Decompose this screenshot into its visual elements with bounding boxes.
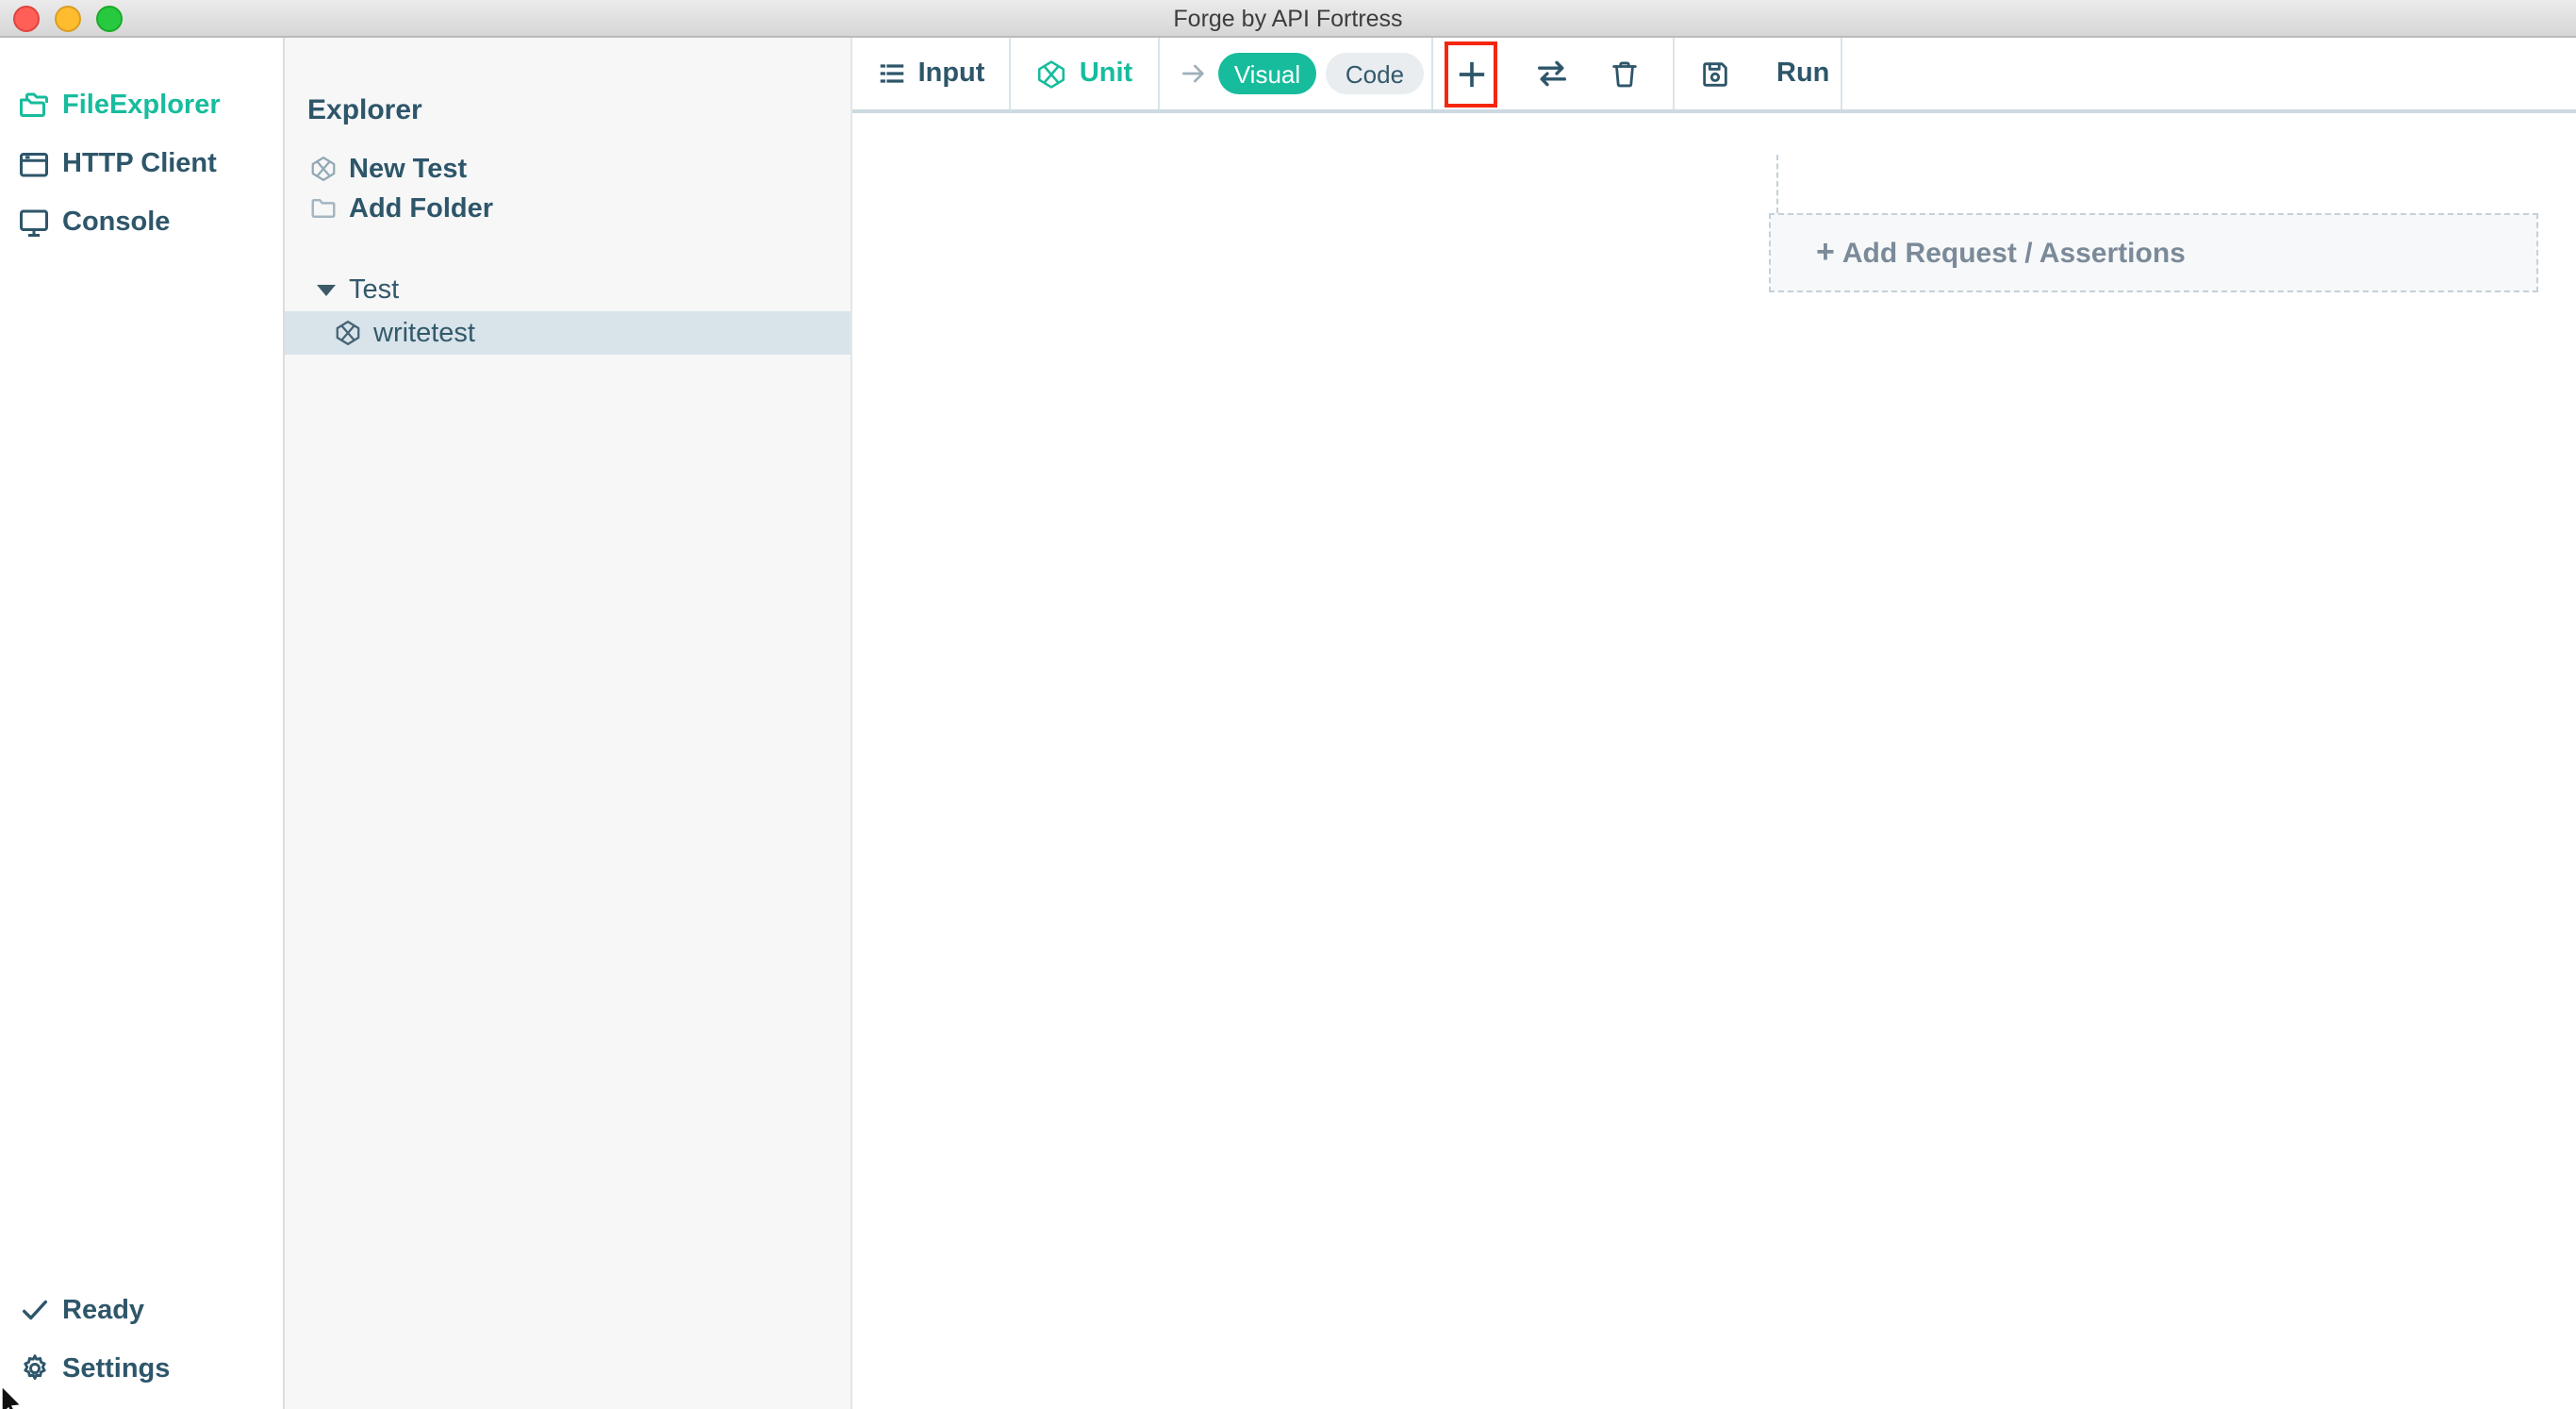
reorder-icon[interactable] bbox=[1533, 55, 1571, 92]
monitor-icon bbox=[15, 203, 53, 240]
trash-icon[interactable] bbox=[1609, 58, 1641, 90]
title-bar: Forge by API Fortress bbox=[0, 0, 2576, 38]
tree-folder-test[interactable]: Test bbox=[285, 270, 850, 311]
tree-item-label: writetest bbox=[373, 318, 475, 348]
highlight-rectangle bbox=[1445, 41, 1497, 107]
sidebar-item-http-client[interactable]: HTTP Client bbox=[0, 134, 283, 192]
browser-window-icon bbox=[15, 144, 53, 182]
save-icon[interactable] bbox=[1699, 58, 1731, 90]
window-title: Forge by API Fortress bbox=[1173, 5, 1403, 31]
sidebar-item-console[interactable]: Console bbox=[0, 192, 283, 251]
input-button[interactable]: Input bbox=[852, 38, 1011, 109]
run-section: Run bbox=[1675, 38, 1842, 109]
sidebar-item-label: Console bbox=[62, 207, 171, 237]
unit-label: Unit bbox=[1079, 58, 1133, 89]
input-label: Input bbox=[917, 58, 985, 89]
content-area: Input Unit Visual Code Run + Add Request… bbox=[852, 38, 2576, 1409]
drop-connector-line bbox=[1776, 155, 1778, 213]
settings-label: Settings bbox=[62, 1353, 171, 1384]
test-canvas: + Add Request / Assertions bbox=[852, 113, 2576, 1409]
sidebar-item-file-explorer[interactable]: FileExplorer bbox=[0, 75, 283, 134]
status-label: Ready bbox=[62, 1295, 145, 1325]
sidebar-item-label: FileExplorer bbox=[62, 90, 221, 120]
folder-icon bbox=[309, 194, 338, 223]
mouse-cursor bbox=[1, 1386, 23, 1409]
sidebar-footer: Ready Settings bbox=[0, 1243, 283, 1398]
explorer-tree: Test writetest bbox=[285, 270, 850, 355]
cube-icon bbox=[309, 155, 338, 183]
folders-icon bbox=[15, 86, 53, 124]
sidebar-item-settings[interactable]: Settings bbox=[0, 1339, 283, 1398]
list-icon bbox=[877, 58, 907, 89]
cube-icon bbox=[334, 319, 362, 347]
editor-toolbar: Input Unit Visual Code Run bbox=[852, 38, 2576, 113]
tree-item-writetest[interactable]: writetest bbox=[285, 311, 850, 355]
app-window: Forge by API Fortress FileExplorer HTTP … bbox=[0, 0, 2576, 1409]
gear-icon bbox=[15, 1350, 53, 1387]
add-folder-button[interactable]: Add Folder bbox=[309, 189, 850, 228]
unit-button[interactable]: Unit bbox=[1011, 38, 1160, 109]
check-icon bbox=[15, 1291, 53, 1329]
add-component-icon[interactable] bbox=[1455, 58, 1487, 90]
visual-toggle-button[interactable]: Visual bbox=[1218, 53, 1316, 94]
arrow-right-icon bbox=[1179, 58, 1209, 89]
explorer-panel-title: Explorer bbox=[307, 94, 422, 126]
view-toggle-group: Visual Code bbox=[1160, 38, 1433, 109]
cube-icon bbox=[1036, 58, 1068, 90]
explorer-panel: Explorer New Test Add Folder Test writet… bbox=[285, 38, 852, 1409]
add-request-assertions-button[interactable]: + Add Request / Assertions bbox=[1769, 213, 2538, 292]
code-toggle-button[interactable]: Code bbox=[1326, 53, 1424, 94]
left-sidebar: FileExplorer HTTP Client Console Ready S… bbox=[0, 38, 285, 1409]
component-actions bbox=[1433, 38, 1675, 109]
new-test-button[interactable]: New Test bbox=[309, 149, 850, 189]
sidebar-item-label: HTTP Client bbox=[62, 148, 217, 178]
caret-down-icon bbox=[317, 285, 336, 296]
run-button[interactable]: Run bbox=[1776, 58, 1829, 89]
add-folder-label: Add Folder bbox=[349, 193, 494, 224]
plus-icon: + bbox=[1816, 234, 1835, 270]
status-ready: Ready bbox=[0, 1281, 283, 1339]
tree-folder-label: Test bbox=[349, 275, 400, 306]
add-request-assertions-label: Add Request / Assertions bbox=[1841, 237, 2186, 269]
new-test-label: New Test bbox=[349, 154, 468, 184]
